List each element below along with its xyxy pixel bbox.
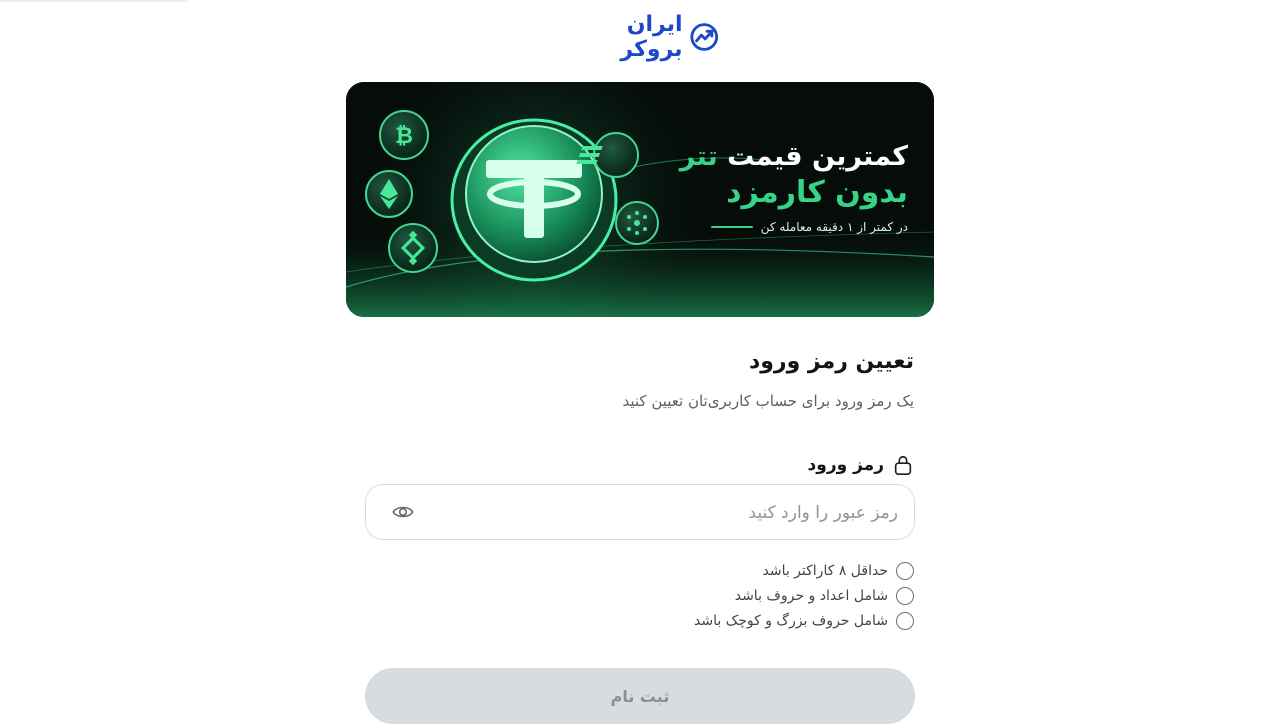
page-progress-bar <box>0 0 187 2</box>
password-input-container <box>365 484 915 541</box>
svg-text:₿: ₿ <box>395 124 413 149</box>
password-input[interactable] <box>426 485 900 541</box>
requirement-upper-lower: شامل حروف بزرگ و کوچک باشد <box>694 608 914 633</box>
trend-up-logo-icon <box>689 23 718 51</box>
requirement-status-indicator <box>896 561 914 580</box>
page-subtitle: یک رمز ورود برای حساب کاربری‌تان تعیین ک… <box>622 392 914 410</box>
show-password-eye-icon[interactable] <box>392 502 414 522</box>
banner-line-2: بدون کارمزد <box>726 175 908 210</box>
requirement-status-indicator <box>896 611 914 630</box>
page-title: تعیین رمز ورود <box>748 349 914 374</box>
brand-name: ایران بروکر <box>620 12 683 62</box>
promo-banner[interactable]: ₿ کمترین قیمت تتر بدون کارمزد در کمتر از… <box>346 82 934 317</box>
brand-logo[interactable]: ایران بروکر <box>563 12 719 62</box>
requirement-digits-letters: شامل اعداد و حروف باشد <box>694 583 914 608</box>
password-requirements: حداقل ۸ کاراکتر باشد شامل اعداد و حروف ب… <box>694 558 914 633</box>
banner-line-3-text: در کمتر از ۱ دقیقه معامله کن <box>760 220 908 234</box>
tether-coin-icon <box>450 118 618 282</box>
banner-headline: کمترین قیمت تتر بدون کارمزد در کمتر از ۱… <box>648 140 908 234</box>
banner-line-3: در کمتر از ۱ دقیقه معامله کن <box>648 220 908 234</box>
banner-line-1: کمترین قیمت تتر <box>648 140 908 174</box>
binance-coin-icon <box>388 223 438 273</box>
requirement-text: شامل اعداد و حروف باشد <box>734 587 888 604</box>
register-submit-button[interactable]: ثبت نام <box>365 668 915 724</box>
banner-line-1-accent: تتر <box>679 141 718 172</box>
ethereum-coin-icon <box>365 170 413 218</box>
password-field-label: رمز ورود <box>808 454 914 476</box>
requirement-status-indicator <box>896 586 914 605</box>
password-label-text: رمز ورود <box>807 455 884 475</box>
requirement-text: شامل حروف بزرگ و کوچک باشد <box>694 612 888 629</box>
bitcoin-coin-icon: ₿ <box>379 110 429 160</box>
banner-accent-rule <box>710 226 753 228</box>
lock-icon <box>894 455 912 475</box>
banner-line-1-text: کمترین قیمت <box>727 141 908 172</box>
requirement-text: حداقل ۸ کاراکتر باشد <box>762 562 888 579</box>
requirement-min-length: حداقل ۸ کاراکتر باشد <box>694 558 914 583</box>
